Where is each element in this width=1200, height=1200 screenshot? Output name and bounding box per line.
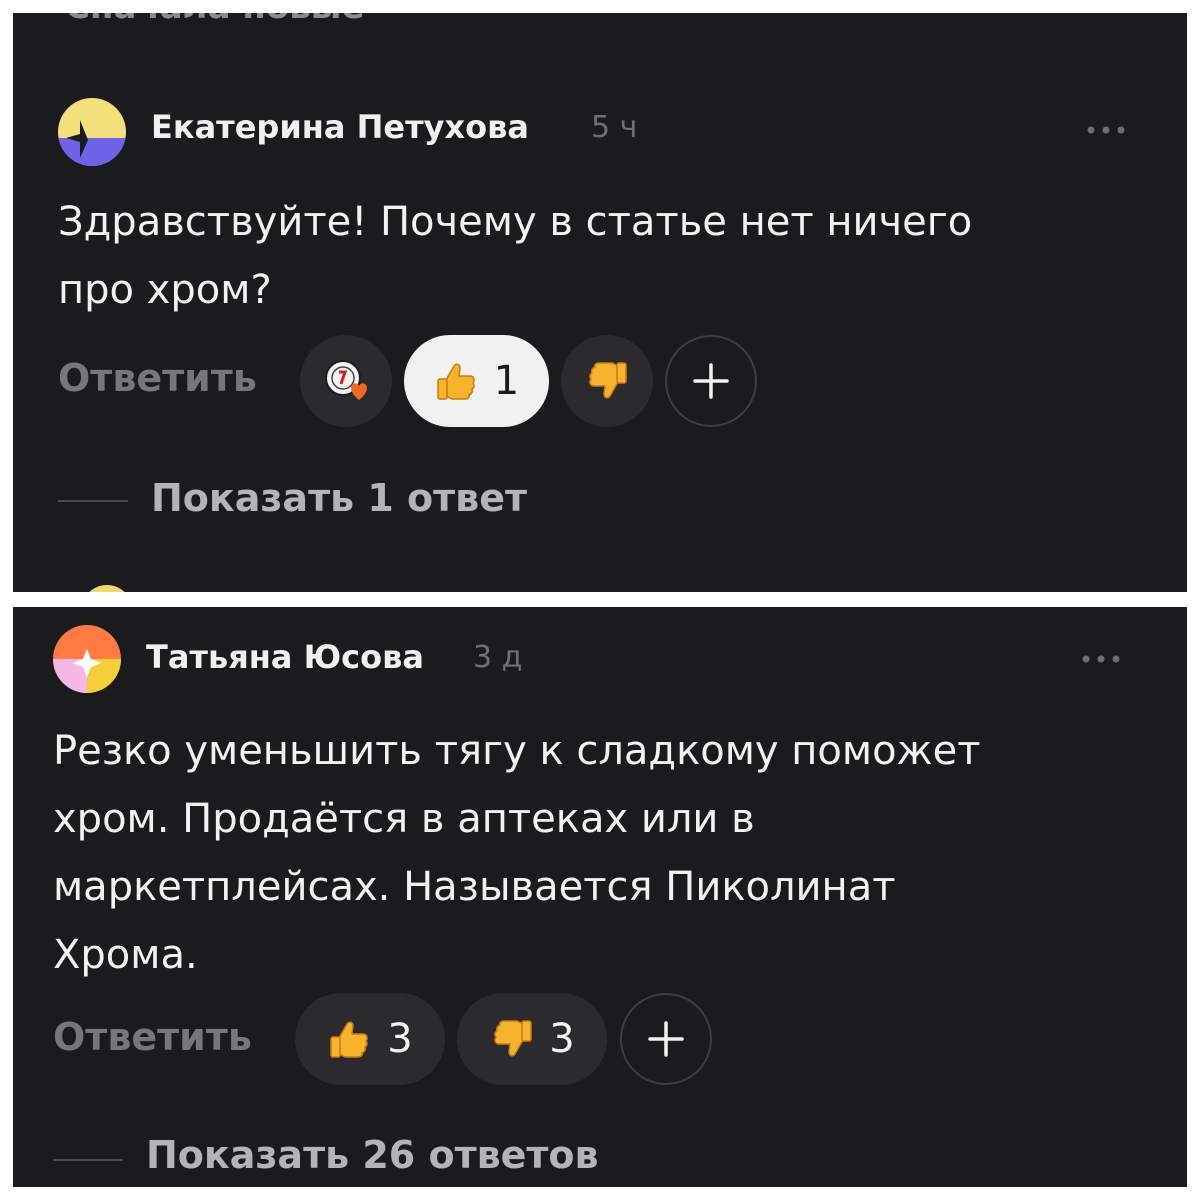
comment-panel-bottom: Татьяна Юсова 3 д Резко уменьшить тягу к…	[13, 607, 1187, 1187]
reply-button[interactable]: Ответить	[58, 356, 257, 400]
thumbs-down-icon	[589, 362, 627, 399]
sort-label[interactable]: Сначала новые	[65, 13, 365, 27]
avatar-image	[58, 98, 126, 166]
reaction-sticker[interactable]	[300, 335, 392, 427]
divider	[58, 500, 128, 502]
thumbs-down-icon	[494, 1020, 533, 1057]
more-options-icon[interactable]	[1081, 654, 1121, 664]
dislike-count: 3	[549, 1016, 575, 1062]
comment-line: Здравствуйте! Почему в статье нет ничего	[58, 199, 973, 245]
author-name[interactable]: Татьяна Юсова	[146, 638, 424, 676]
avatar-image	[53, 625, 121, 693]
comment-line: Резко уменьшить тягу к сладкому поможет	[53, 728, 981, 774]
show-replies-button[interactable]: Показать 26 ответов	[146, 1133, 599, 1177]
comment-text: Резко уменьшить тягу к сладкому поможет …	[53, 717, 1133, 989]
sticker-icon	[325, 360, 367, 400]
reaction-dislike[interactable]	[561, 335, 653, 427]
plus-icon	[693, 363, 729, 399]
avatar[interactable]	[53, 625, 121, 693]
like-count: 1	[493, 358, 520, 404]
comment-panel-top: Сначала новые Екатерина Петухова 5 ч Здр…	[13, 13, 1187, 592]
divider	[53, 1159, 123, 1161]
avatar[interactable]	[81, 585, 133, 592]
reaction-dislike[interactable]: 3	[457, 993, 607, 1085]
add-reaction-button[interactable]	[620, 993, 712, 1085]
comment-line: Хрома.	[53, 932, 198, 978]
reply-button[interactable]: Ответить	[53, 1015, 252, 1059]
thumbs-up-icon	[437, 363, 475, 400]
comment-text: Здравствуйте! Почему в статье нет ничего…	[58, 188, 1138, 324]
comment-time: 3 д	[473, 640, 523, 675]
like-count: 3	[387, 1016, 413, 1062]
thumbs-up-icon	[330, 1021, 369, 1058]
reaction-like[interactable]: 3	[295, 993, 445, 1085]
comment-line: хром. Продаётся в аптеках или в	[53, 796, 755, 842]
comment-time: 5 ч	[591, 110, 638, 145]
show-replies-button[interactable]: Показать 1 ответ	[151, 476, 527, 520]
plus-icon	[648, 1021, 684, 1057]
reaction-like[interactable]: 1	[404, 335, 549, 427]
comment-line: маркетплейсах. Называется Пиколинат	[53, 864, 896, 910]
comment-line: про хром?	[58, 267, 272, 313]
add-reaction-button[interactable]	[665, 335, 757, 427]
avatar[interactable]	[58, 98, 126, 166]
author-name[interactable]: Екатерина Петухова	[151, 108, 529, 146]
more-options-icon[interactable]	[1086, 125, 1126, 135]
